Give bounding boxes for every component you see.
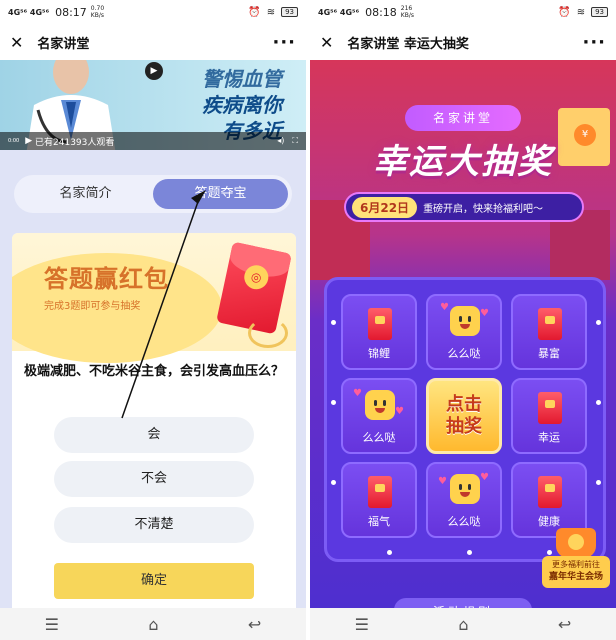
event-date-text: 重磅开启，快来抢福利吧～ [423,203,544,215]
ribbon-icon [248,318,288,348]
back-icon[interactable]: ↩ [558,615,571,634]
video-control-bar: 0:00 ▶ 已有241393人观看 ◂) ⛶ [0,132,306,150]
red-envelope-icon [538,308,562,340]
tab-bar: 名家简介 答题夺宝 [14,175,292,213]
video-player[interactable]: ▶ 警惕血管 疾病离你 有多近 0:00 ▶ 已有241393人观看 ◂) ⛶ [0,60,306,150]
status-bar: 4G⁵⁶ 4G⁵⁶ 08:17 0.70 KB/s ⏰ ≋ 93 [0,0,306,24]
viewer-count: 已有241393人观看 [35,137,115,148]
event-date-banner: 6月22日 重磅开启，快来抢福利吧～ [344,192,584,222]
tab-quiz[interactable]: 答题夺宝 [153,179,288,209]
lottery-board: 锦鲤 ♥ ♥ 么么哒 暴富 ♥ ♥ 么么哒 点击 抽奖 幸运 福气 ♥ ♥ 么么… [324,277,606,562]
option-button[interactable]: 会 [54,417,254,453]
heart-icon: ♥ [353,388,362,399]
clock: 08:18 [365,5,397,19]
quiz-banner: 答题赢红包 完成3题即可参与抽奖 ◎ [12,233,296,363]
prize-cell: 幸运 [511,378,587,454]
alarm-icon: ⏰ [558,6,571,18]
prize-cell: ♥ ♥ 么么哒 [426,294,502,370]
back-icon[interactable]: ↩ [248,615,261,634]
system-nav-bar: ☰ ⌂ ↩ [0,608,306,640]
system-nav-bar: ☰ ⌂ ↩ [310,608,616,640]
network-speed: 0.70 KB/s [90,5,105,19]
clock: 08:17 [55,5,87,19]
option-button[interactable]: 不会 [54,461,254,497]
left-screen: 4G⁵⁶ 4G⁵⁶ 08:17 0.70 KB/s ⏰ ≋ 93 ✕ 名家讲堂 … [0,0,306,640]
signal-icon: 4G⁵⁶ 4G⁵⁶ [8,7,50,17]
event-date: 6月22日 [352,196,418,218]
page-title: 名家讲堂 [37,36,90,52]
battery-icon: 93 [281,7,298,17]
wifi-icon: ≋ [266,6,276,18]
nav-bar: ✕ 名家讲堂 ··· [0,24,306,60]
network-speed: 216 KB/s [400,5,414,19]
lottery-title: 幸运大抽奖 [373,142,553,182]
more-icon[interactable]: ··· [582,32,606,53]
battery-icon: 93 [591,7,608,17]
red-envelope-icon [368,476,392,508]
prize-cell: ♥ ♥ 么么哒 [426,462,502,538]
more-icon[interactable]: ··· [272,32,296,53]
tab-expert-intro[interactable]: 名家简介 [18,179,153,209]
close-icon[interactable]: ✕ [320,33,333,52]
confirm-button[interactable]: 确定 [54,563,254,599]
red-envelope-icon [368,308,392,340]
prize-cell: 福气 [341,462,417,538]
option-button[interactable]: 不清楚 [54,507,254,543]
home-icon[interactable]: ⌂ [458,615,468,634]
right-screen: 4G⁵⁶ 4G⁵⁶ 08:18 216 KB/s ⏰ ≋ 93 ✕ 名家讲堂 幸… [310,0,616,640]
prize-cell: 锦鲤 [341,294,417,370]
banner-title: 答题赢红包 [44,265,169,293]
smiley-icon [450,306,480,336]
prize-cell: 健康 [511,462,587,538]
draw-button[interactable]: 点击 抽奖 [426,378,502,454]
signal-icon: 4G⁵⁶ 4G⁵⁶ [318,7,360,17]
fullscreen-icon[interactable]: ⛶ [292,136,298,146]
question-text: 极端减肥、不吃米谷主食，会引发高血压么？ [23,364,284,379]
heart-icon: ♥ [440,302,449,313]
heart-icon: ♥ [438,476,447,487]
trophy-icon [556,528,596,558]
prize-cell: 暴富 [511,294,587,370]
smiley-icon [365,390,395,420]
page-title: 名家讲堂 幸运大抽奖 [347,36,469,52]
banner-subtitle: 完成3题即可参与抽奖 [44,301,141,312]
video-elapsed: 0:00 [8,138,20,144]
quiz-card: 答题赢红包 完成3题即可参与抽奖 ◎ 极端减肥、不吃米谷主食，会引发高血压么？ … [12,233,296,640]
menu-icon[interactable]: ☰ [355,615,369,634]
viewer-count-icon: ▶ [25,136,36,146]
carnival-promo-button[interactable]: 更多福利前往 嘉年华主会场 [542,528,610,590]
wifi-icon: ≋ [576,6,586,18]
heart-icon: ♥ [480,308,489,319]
status-bar: 4G⁵⁶ 4G⁵⁶ 08:18 216 KB/s ⏰ ≋ 93 [310,0,616,24]
smiley-icon [450,474,480,504]
nav-bar: ✕ 名家讲堂 幸运大抽奖 ··· [310,24,616,60]
prize-cell: ♥ ♥ 么么哒 [341,378,417,454]
event-tag: 名家讲堂 [405,105,521,131]
red-envelope-icon [538,476,562,508]
heart-icon: ♥ [395,406,404,417]
alarm-icon: ⏰ [248,6,261,18]
close-icon[interactable]: ✕ [10,33,23,52]
red-envelope-icon [538,392,562,424]
heart-icon: ♥ [480,472,489,483]
home-icon[interactable]: ⌂ [148,615,158,634]
play-icon[interactable]: ▶ [145,62,163,80]
volume-icon[interactable]: ◂) [277,136,284,146]
menu-icon[interactable]: ☰ [45,615,59,634]
